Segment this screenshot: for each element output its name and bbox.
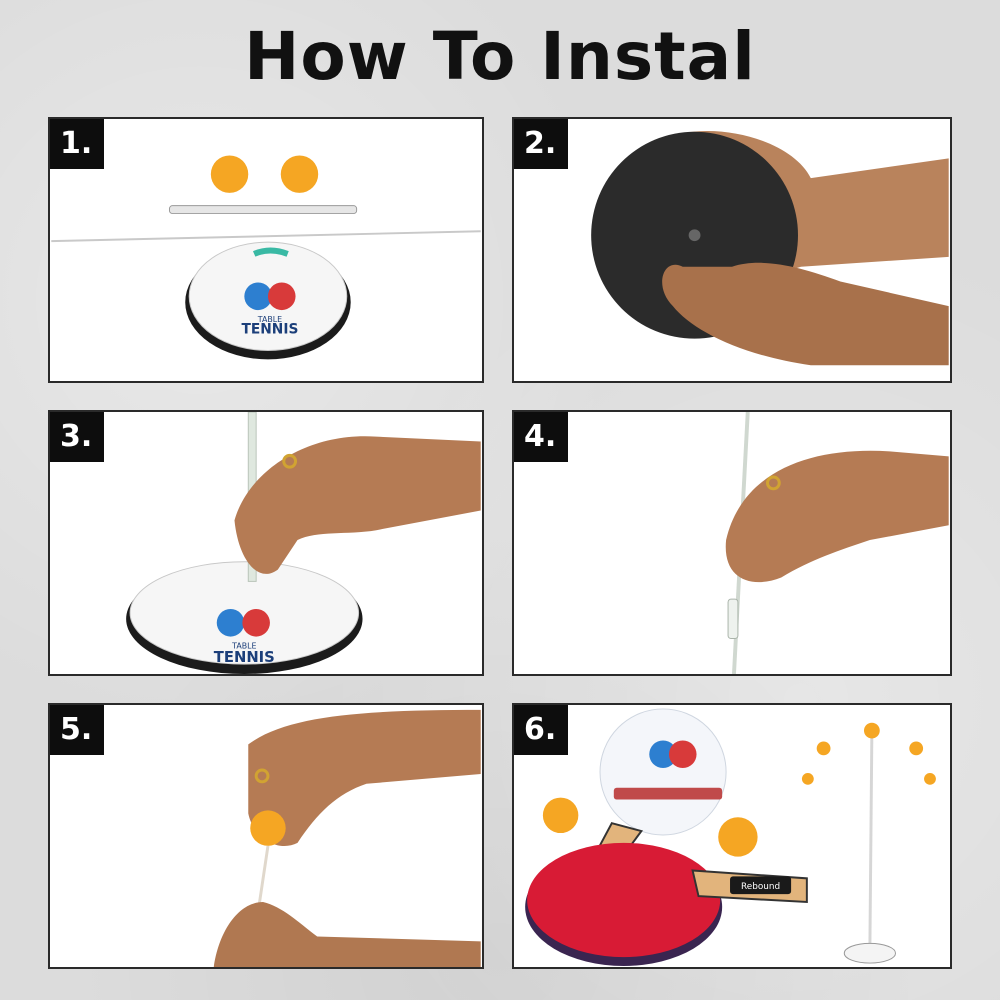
hand-icon: [725, 450, 949, 583]
step-5-panel: 5.: [48, 703, 484, 969]
step-5-illustration: [213, 709, 481, 967]
step-3-panel: 3. TABLE TENNIS: [48, 410, 484, 676]
step-1-illustration: TABLE TENNIS: [51, 155, 481, 360]
step-2-panel: 2.: [512, 117, 952, 383]
flex-shaft-icon: [51, 230, 481, 243]
step-4-number: 4.: [514, 412, 569, 462]
step-1-panel: 1. TABLE TENNIS: [48, 117, 484, 383]
step-1-number: 1.: [50, 119, 105, 169]
page-title: How To Instal: [244, 18, 756, 95]
ball-icon: [250, 810, 286, 846]
ball-icon: [280, 155, 319, 193]
step-6-panel: 6. Rebound: [512, 703, 952, 969]
rod-connector-icon: [168, 205, 358, 215]
step-4-panel: 4.: [512, 410, 952, 676]
base-label-line2: TENNIS: [214, 649, 275, 666]
flex-shaft-icon: [868, 732, 874, 948]
ball-icon: [909, 741, 924, 756]
base-label-line2: TENNIS: [242, 322, 299, 338]
hand-icon: [234, 436, 481, 574]
ball-icon: [863, 722, 880, 739]
step-2-number: 2.: [514, 119, 569, 169]
base-disc-icon: [843, 942, 896, 964]
paddle-brand-label: Rebound: [741, 882, 780, 892]
hand-icon: [662, 262, 949, 366]
ball-icon: [924, 772, 936, 785]
step-6-illustration: Rebound: [525, 708, 936, 967]
ball-icon: [542, 797, 579, 834]
ball-icon: [816, 741, 831, 756]
ball-icon: [801, 772, 814, 785]
step-6-number: 6.: [514, 705, 569, 755]
step-2-illustration: [591, 130, 949, 366]
ball-icon: [210, 155, 249, 193]
step-3-illustration: TABLE TENNIS: [126, 412, 481, 674]
step-3-number: 3.: [50, 412, 105, 462]
ball-icon: [718, 817, 758, 857]
flex-shaft-icon: [256, 845, 270, 913]
hand-icon: [213, 901, 481, 967]
step-4-illustration: [725, 412, 949, 674]
rod-connector-icon: [727, 598, 739, 640]
step-5-number: 5.: [50, 705, 105, 755]
paddle-icon: [599, 708, 727, 836]
